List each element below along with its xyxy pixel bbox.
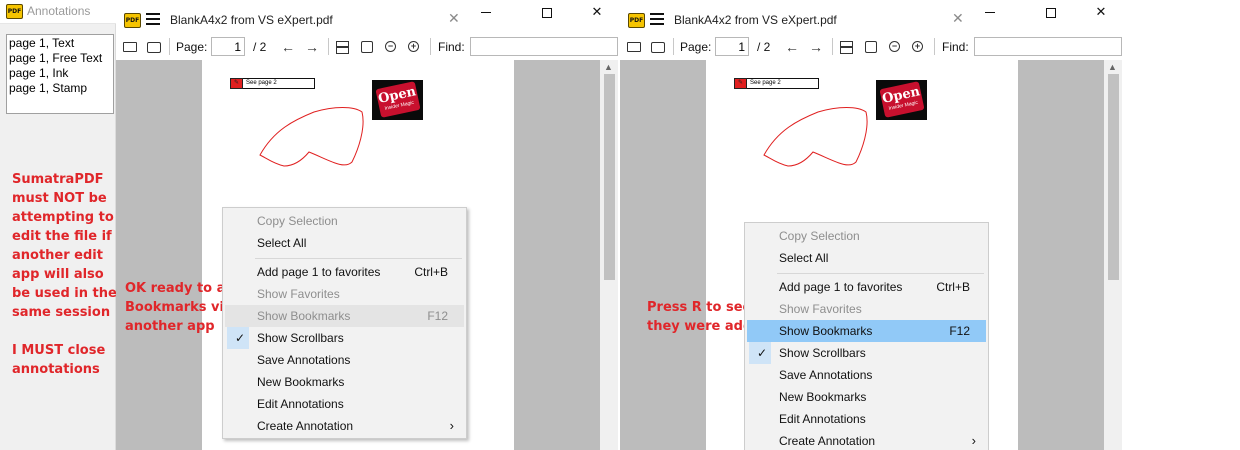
menu-select-all[interactable]: Select All bbox=[747, 247, 986, 269]
annotation-item[interactable]: page 1, Stamp bbox=[9, 81, 111, 96]
menu-save-annotations[interactable]: Save Annotations bbox=[225, 349, 464, 371]
menu-new-bookmarks[interactable]: New Bookmarks bbox=[225, 371, 464, 393]
annotation-item[interactable]: page 1, Ink bbox=[9, 66, 111, 81]
text-note-icon[interactable]: ✎ bbox=[230, 78, 243, 89]
next-page-icon[interactable]: → bbox=[809, 38, 823, 56]
submenu-arrow-icon: › bbox=[971, 433, 976, 448]
menu-edit-annotations[interactable]: Edit Annotations bbox=[225, 393, 464, 415]
open-folder-icon[interactable] bbox=[123, 38, 137, 56]
ink-annotation[interactable] bbox=[254, 100, 366, 170]
menu-show-scrollbars[interactable]: ✓ Show Scrollbars bbox=[225, 327, 464, 349]
menu-show-bookmarks[interactable]: Show Bookmarks F12 bbox=[747, 320, 986, 342]
prev-page-icon[interactable]: ← bbox=[281, 38, 295, 56]
print-icon[interactable] bbox=[147, 38, 161, 56]
tab-close-icon[interactable]: ✕ bbox=[448, 10, 460, 27]
menu-show-bookmarks[interactable]: Show Bookmarks F12 bbox=[225, 305, 464, 327]
page-total: / 2 bbox=[253, 40, 267, 54]
toolbar: Page: 1 / 2 ← → − + Find: bbox=[620, 36, 1122, 58]
ink-annotation[interactable] bbox=[758, 100, 870, 170]
menu-new-bookmarks[interactable]: New Bookmarks bbox=[747, 386, 986, 408]
stamp-annotation[interactable]: Open Insider Magic bbox=[372, 80, 423, 120]
menu-create-annotation[interactable]: Create Annotation › bbox=[225, 415, 464, 437]
zoom-out-icon[interactable]: − bbox=[889, 38, 900, 56]
titlebar: PDF BlankA4x2 from VS eXpert.pdf ✕ ✕ bbox=[620, 0, 1122, 36]
zoom-in-icon[interactable]: + bbox=[912, 38, 923, 56]
scroll-up-icon[interactable]: ▲ bbox=[604, 62, 613, 72]
menu-edit-annotations[interactable]: Edit Annotations bbox=[747, 408, 986, 430]
maximize-button[interactable] bbox=[1036, 3, 1066, 25]
scroll-up-icon[interactable]: ▲ bbox=[1108, 62, 1117, 72]
annotation-item[interactable]: page 1, Text bbox=[9, 36, 111, 51]
menu-copy-selection[interactable]: Copy Selection bbox=[747, 225, 986, 247]
sumatra-logo-icon: PDF bbox=[628, 13, 645, 28]
close-button[interactable]: ✕ bbox=[1086, 3, 1116, 25]
menu-hamburger-icon[interactable] bbox=[650, 13, 664, 25]
menu-add-favorites[interactable]: Add page 1 to favorites Ctrl+B bbox=[747, 276, 986, 298]
minimize-button[interactable] bbox=[975, 3, 1005, 25]
stamp-annotation[interactable]: Open Insider Magic bbox=[876, 80, 927, 120]
minimize-button[interactable] bbox=[471, 3, 501, 25]
print-icon[interactable] bbox=[651, 38, 665, 56]
viewer-window-2: PDF BlankA4x2 from VS eXpert.pdf ✕ ✕ Pag… bbox=[620, 0, 1122, 450]
prev-page-icon[interactable]: ← bbox=[785, 38, 799, 56]
menu-hamburger-icon[interactable] bbox=[146, 13, 160, 25]
sumatra-logo-icon: PDF bbox=[124, 13, 141, 28]
sumatra-logo-icon: PDF bbox=[6, 4, 23, 19]
open-folder-icon[interactable] bbox=[627, 38, 641, 56]
find-label: Find: bbox=[942, 40, 969, 54]
annotations-panel: PDF Annotations page 1, Text page 1, Fre… bbox=[0, 0, 117, 450]
fit-page-icon[interactable] bbox=[865, 38, 877, 56]
free-text-annotation[interactable]: ✎ See page 2 bbox=[230, 78, 315, 89]
menu-select-all[interactable]: Select All bbox=[225, 232, 464, 254]
fit-width-icon[interactable] bbox=[336, 38, 349, 56]
menu-create-annotation[interactable]: Create Annotation › bbox=[747, 430, 986, 450]
close-button[interactable]: ✕ bbox=[582, 3, 612, 25]
zoom-out-icon[interactable]: − bbox=[385, 38, 396, 56]
vertical-scrollbar[interactable]: ▲ bbox=[600, 60, 618, 450]
free-text-annotation[interactable]: ✎ See page 2 bbox=[734, 78, 819, 89]
tab-title[interactable]: BlankA4x2 from VS eXpert.pdf bbox=[170, 13, 333, 27]
viewer-window-1: PDF BlankA4x2 from VS eXpert.pdf ✕ ✕ Pag… bbox=[116, 0, 618, 450]
find-label: Find: bbox=[438, 40, 465, 54]
context-menu: Copy Selection Select All Add page 1 to … bbox=[744, 222, 989, 450]
titlebar: PDF BlankA4x2 from VS eXpert.pdf ✕ ✕ bbox=[116, 0, 618, 36]
fit-page-icon[interactable] bbox=[361, 38, 373, 56]
text-note-icon[interactable]: ✎ bbox=[734, 78, 747, 89]
free-text-content: See page 2 bbox=[246, 80, 277, 86]
menu-copy-selection[interactable]: Copy Selection bbox=[225, 210, 464, 232]
vertical-scrollbar[interactable]: ▲ bbox=[1104, 60, 1122, 450]
tab-title[interactable]: BlankA4x2 from VS eXpert.pdf bbox=[674, 13, 837, 27]
page-number-input[interactable]: 1 bbox=[211, 37, 245, 56]
page-label: Page: bbox=[176, 40, 208, 54]
menu-save-annotations[interactable]: Save Annotations bbox=[747, 364, 986, 386]
find-input[interactable] bbox=[974, 37, 1122, 56]
zoom-in-icon[interactable]: + bbox=[408, 38, 419, 56]
annotations-title: Annotations bbox=[27, 4, 91, 18]
toolbar: Page: 1 / 2 ← → − + Find: bbox=[116, 36, 618, 58]
menu-show-scrollbars[interactable]: ✓ Show Scrollbars bbox=[747, 342, 986, 364]
menu-show-favorites[interactable]: Show Favorites bbox=[747, 298, 986, 320]
page-total: / 2 bbox=[757, 40, 771, 54]
menu-show-favorites[interactable]: Show Favorites bbox=[225, 283, 464, 305]
fit-width-icon[interactable] bbox=[840, 38, 853, 56]
maximize-button[interactable] bbox=[532, 3, 562, 25]
checkmark-icon: ✓ bbox=[757, 346, 768, 360]
next-page-icon[interactable]: → bbox=[305, 38, 319, 56]
note-left: SumatraPDF must NOT be attempting to edi… bbox=[12, 172, 117, 377]
annotations-list[interactable]: page 1, Text page 1, Free Text page 1, I… bbox=[6, 34, 114, 114]
submenu-arrow-icon: › bbox=[449, 418, 454, 433]
annotation-item[interactable]: page 1, Free Text bbox=[9, 51, 111, 66]
page-label: Page: bbox=[680, 40, 712, 54]
free-text-content: See page 2 bbox=[750, 80, 781, 86]
annotations-titlebar: PDF Annotations bbox=[0, 0, 116, 24]
scroll-thumb[interactable] bbox=[604, 74, 615, 280]
scroll-thumb[interactable] bbox=[1108, 74, 1119, 280]
checkmark-icon: ✓ bbox=[235, 331, 246, 345]
find-input[interactable] bbox=[470, 37, 618, 56]
context-menu: Copy Selection Select All Add page 1 to … bbox=[222, 207, 467, 439]
page-number-input[interactable]: 1 bbox=[715, 37, 749, 56]
menu-add-favorites[interactable]: Add page 1 to favorites Ctrl+B bbox=[225, 261, 464, 283]
tab-close-icon[interactable]: ✕ bbox=[952, 10, 964, 27]
